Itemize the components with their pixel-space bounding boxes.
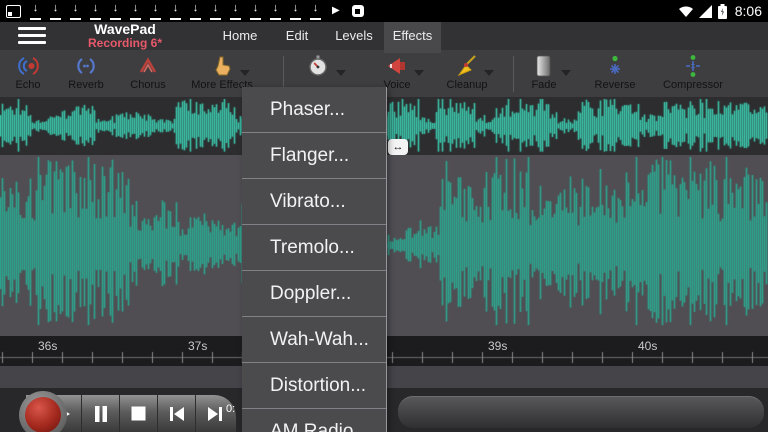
record-button[interactable] bbox=[19, 391, 67, 432]
skip-start-button[interactable] bbox=[157, 395, 195, 432]
pause-button[interactable] bbox=[81, 395, 119, 432]
reverse-icon bbox=[603, 54, 627, 78]
time-label: 39s bbox=[488, 339, 507, 353]
tab-home[interactable]: Home bbox=[212, 22, 268, 50]
menu-item-distortion[interactable]: Distortion... bbox=[242, 362, 386, 408]
download-icon: ↓ bbox=[270, 3, 281, 20]
tab-edit[interactable]: Edit bbox=[276, 22, 318, 50]
time-label: 37s bbox=[188, 339, 207, 353]
broom-icon bbox=[455, 54, 479, 78]
stop-button[interactable] bbox=[119, 395, 157, 432]
stopwatch-icon bbox=[306, 54, 330, 78]
menu-item-flanger[interactable]: Flanger... bbox=[242, 132, 386, 178]
compressor-button[interactable]: Compressor bbox=[655, 54, 731, 96]
tab-effects[interactable]: Effects bbox=[384, 22, 441, 53]
fade-button[interactable]: Fade bbox=[521, 54, 567, 96]
play-status-icon: ▶ bbox=[332, 6, 340, 16]
chevron-down-icon[interactable] bbox=[561, 70, 571, 76]
cellular-icon bbox=[699, 5, 713, 18]
more-effects-menu: Phaser... Flanger... Vibrato... Tremolo.… bbox=[242, 87, 387, 432]
app-title: WavePad bbox=[60, 22, 190, 37]
tab-levels[interactable]: Levels bbox=[326, 22, 382, 50]
menu-item-doppler[interactable]: Doppler... bbox=[242, 270, 386, 316]
playback-controls bbox=[26, 395, 236, 432]
menu-item-phaser[interactable]: Phaser... bbox=[242, 87, 386, 132]
seek-bar[interactable] bbox=[398, 396, 764, 428]
chorus-button[interactable]: Chorus bbox=[120, 54, 176, 96]
menu-item-am-radio[interactable]: AM Radio... bbox=[242, 408, 386, 432]
title-block: WavePad Recording 6* bbox=[60, 22, 190, 50]
status-box-icon bbox=[352, 5, 364, 17]
download-icon: ↓ bbox=[150, 3, 161, 20]
menu-item-vibrato[interactable]: Vibrato... bbox=[242, 178, 386, 224]
toolbar-separator bbox=[513, 56, 514, 92]
app-bar: WavePad Recording 6* Home Edit Levels Ef… bbox=[0, 22, 768, 50]
megaphone-icon bbox=[385, 54, 409, 78]
screenshot-icon bbox=[6, 5, 21, 18]
download-icon: ↓ bbox=[230, 3, 241, 20]
selection-resize-handle[interactable]: ↔ bbox=[388, 139, 408, 155]
download-icon: ↓ bbox=[250, 3, 261, 20]
download-icon: ↓ bbox=[290, 3, 301, 20]
document-name: Recording 6* bbox=[60, 37, 190, 49]
download-icon: ↓ bbox=[170, 3, 181, 20]
echo-button[interactable]: Echo bbox=[2, 54, 54, 96]
chevron-down-icon[interactable] bbox=[336, 70, 346, 76]
wifi-icon bbox=[678, 5, 694, 18]
download-icon: ↓ bbox=[210, 3, 221, 20]
download-icon: ↓ bbox=[190, 3, 201, 20]
record-icon bbox=[25, 397, 61, 432]
reverse-button[interactable]: Reverse bbox=[586, 54, 644, 96]
echo-icon bbox=[16, 54, 40, 78]
wavepad-app: ↓ ↓ ↓ ↓ ↓ ↓ ↓ ↓ ↓ ↓ ↓ ↓ ↓ ↓ ↓ ▶ 8:06 WavePad Recording… bbox=[0, 0, 768, 432]
clock: 8:06 bbox=[735, 3, 762, 19]
compressor-icon bbox=[681, 54, 705, 78]
playback-position: 0: bbox=[226, 403, 235, 415]
download-icon: ↓ bbox=[70, 3, 81, 20]
status-system: 8:06 bbox=[678, 0, 762, 22]
menu-item-wah-wah[interactable]: Wah-Wah... bbox=[242, 316, 386, 362]
pointing-hand-icon bbox=[210, 54, 234, 78]
status-bar: ↓ ↓ ↓ ↓ ↓ ↓ ↓ ↓ ↓ ↓ ↓ ↓ ↓ ↓ ↓ ▶ 8:06 bbox=[0, 0, 768, 22]
chevron-down-icon[interactable] bbox=[414, 70, 424, 76]
time-label: 36s bbox=[38, 339, 57, 353]
download-icon: ↓ bbox=[110, 3, 121, 20]
time-label: 40s bbox=[638, 339, 657, 353]
download-icons: ↓ ↓ ↓ ↓ ↓ ↓ ↓ ↓ ↓ ↓ ↓ ↓ ↓ ↓ ↓ bbox=[30, 3, 321, 20]
battery-icon bbox=[718, 4, 727, 19]
status-notifications: ↓ ↓ ↓ ↓ ↓ ↓ ↓ ↓ ↓ ↓ ↓ ↓ ↓ ↓ ↓ ▶ bbox=[6, 0, 364, 22]
download-icon: ↓ bbox=[310, 3, 321, 20]
download-icon: ↓ bbox=[50, 3, 61, 20]
chevron-down-icon[interactable] bbox=[484, 70, 494, 76]
fade-icon bbox=[532, 54, 556, 78]
chorus-icon bbox=[136, 54, 160, 78]
download-icon: ↓ bbox=[30, 3, 41, 20]
reverb-icon bbox=[74, 54, 98, 78]
cleanup-button[interactable]: Cleanup bbox=[438, 54, 496, 96]
download-icon: ↓ bbox=[130, 3, 141, 20]
download-icon: ↓ bbox=[90, 3, 101, 20]
menu-icon[interactable] bbox=[18, 27, 46, 45]
reverb-button[interactable]: Reverb bbox=[57, 54, 115, 96]
menu-item-tremolo[interactable]: Tremolo... bbox=[242, 224, 386, 270]
chevron-down-icon[interactable] bbox=[240, 70, 250, 76]
